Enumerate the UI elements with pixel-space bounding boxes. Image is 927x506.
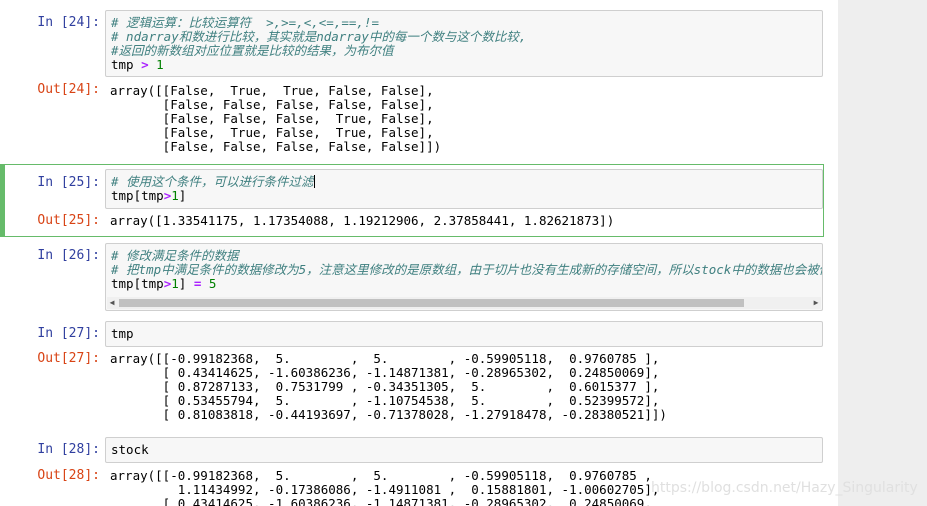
notebook-cell-26[interactable]: In [26]: # 修改满足条件的数据 # 把tmp中满足条件的数据修改为5，… [0,241,830,313]
code-editor[interactable]: tmp [105,321,823,347]
text-cursor [313,175,315,188]
code-text: tmp[tmp [111,276,164,291]
output-prompt: Out[28]: [37,468,100,483]
code-variable: tmp [111,326,134,341]
watermark-text: https://blog.csdn.net/Hazy_Singularity [651,480,918,496]
code-comment: # 逻辑运算：比较运算符 >,>=,<,<=,==,!= [111,15,379,30]
code-number: 5 [208,276,217,291]
code-editor[interactable]: # 使用这个条件，可以进行条件过滤 tmp[tmp>1] [105,169,823,209]
output-prompt: Out[25]: [37,213,100,228]
cell-output: array([[-0.99182368, 5. , 5. , -0.599051… [110,351,667,422]
code-lines: stock [111,443,149,457]
code-lines: tmp [111,327,134,341]
scroll-right-icon[interactable]: ▶ [811,297,821,309]
notebook-cell-24[interactable]: In [24]: # 逻辑运算：比较运算符 >,>=,<,<=,==,!= # … [0,8,830,158]
notebook-cell-25-selected[interactable]: In [25]: # 使用这个条件，可以进行条件过滤 tmp[tmp>1] Ou… [0,164,824,237]
code-number: 1 [156,57,164,72]
code-editor[interactable]: # 修改满足条件的数据 # 把tmp中满足条件的数据修改为5，注意这里修改的是原… [105,243,823,311]
code-operator: > [141,57,149,72]
code-comment: #返回的新数组对应位置就是比较的结果，为布尔值 [111,43,394,58]
page-margin [838,0,927,506]
code-variable: stock [111,442,149,457]
code-text: ] [178,276,194,291]
code-editor[interactable]: # 逻辑运算：比较运算符 >,>=,<,<=,==,!= # ndarray和数… [105,10,823,77]
scroll-left-icon[interactable]: ◀ [107,297,117,309]
cell-output: array([1.33541175, 1.17354088, 1.1921290… [110,213,615,228]
code-comment: # 使用这个条件，可以进行条件过滤 [111,174,314,189]
notebook-page: In [24]: # 逻辑运算：比较运算符 >,>=,<,<=,==,!= # … [0,0,838,506]
code-number: 1 [171,188,179,203]
code-number: 1 [171,276,179,291]
input-prompt: In [28]: [37,442,100,457]
input-prompt: In [24]: [37,15,100,30]
code-lines: # 修改满足条件的数据 # 把tmp中满足条件的数据修改为5，注意这里修改的是原… [111,248,823,291]
code-text: tmp[tmp [111,188,164,203]
cell-output: array([[False, True, True, False, False]… [110,83,442,154]
code-editor[interactable]: stock [105,437,823,463]
code-operator: = [193,276,202,291]
code-lines: # 使用这个条件，可以进行条件过滤 tmp[tmp>1] [111,175,315,203]
code-comment: # 修改满足条件的数据 [111,248,239,263]
output-prompt: Out[24]: [37,82,100,97]
code-lines: # 逻辑运算：比较运算符 >,>=,<,<=,==,!= # ndarray和数… [111,16,526,72]
code-text: ] [178,188,187,203]
input-prompt: In [25]: [37,175,100,190]
code-comment: # 把tmp中满足条件的数据修改为5，注意这里修改的是原数组，由于切片也没有生成… [111,262,823,277]
code-variable: tmp [111,57,134,72]
scroll-thumb[interactable] [119,299,744,307]
notebook-cell-27[interactable]: In [27]: tmp Out[27]: array([[-0.9918236… [0,319,830,429]
horizontal-scrollbar[interactable]: ◀ ▶ [107,297,821,309]
cell-output: array([[-0.99182368, 5. , 5. , -0.599051… [110,468,660,506]
output-prompt: Out[27]: [37,351,100,366]
input-prompt: In [27]: [37,326,100,341]
code-comment: # ndarray和数进行比较，其实就是ndarray中的每一个数与这个数比较, [111,29,527,44]
input-prompt: In [26]: [37,248,100,263]
